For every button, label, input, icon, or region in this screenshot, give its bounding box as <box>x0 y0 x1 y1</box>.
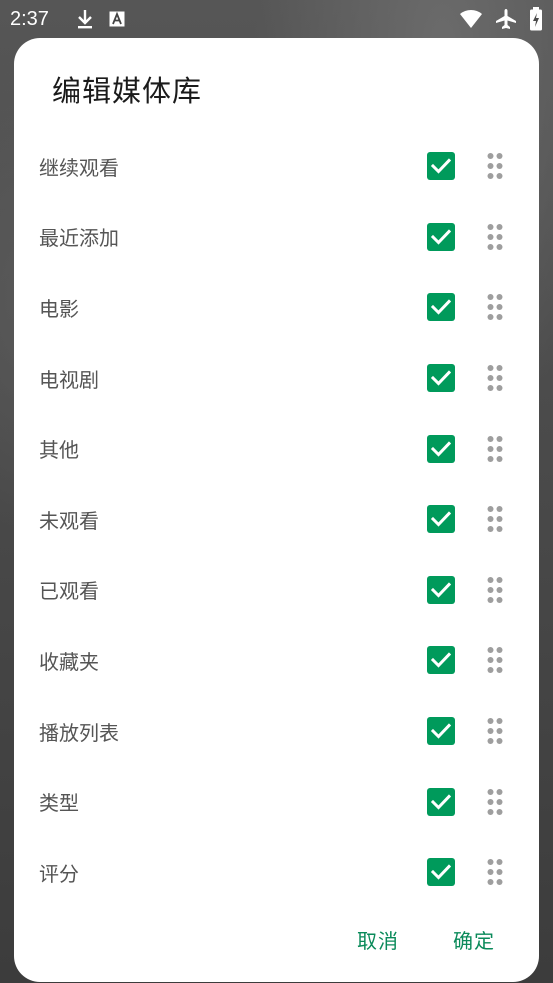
font-a-icon <box>107 9 127 29</box>
check-icon <box>431 158 451 174</box>
check-icon <box>431 299 451 316</box>
checkbox[interactable] <box>427 293 455 322</box>
check-icon <box>431 864 451 880</box>
list-item-label: 电影 <box>39 296 79 321</box>
list-item-label: 其他 <box>39 438 79 463</box>
list-item: 类型 <box>14 766 539 837</box>
list-item: 播放列表 <box>14 696 539 767</box>
list-item-label: 电视剧 <box>39 367 99 392</box>
checkbox[interactable] <box>427 364 455 393</box>
list-item-label: 已观看 <box>39 579 99 604</box>
list-item: 电影 <box>14 272 539 343</box>
list-item-label: 收藏夹 <box>39 649 99 674</box>
drag-handle-icon[interactable] <box>486 293 504 321</box>
cancel-button[interactable]: 取消 <box>357 925 399 954</box>
drag-handle-icon[interactable] <box>486 505 504 533</box>
checkbox[interactable] <box>427 858 455 887</box>
wifi-icon <box>459 9 483 29</box>
checkbox[interactable] <box>427 222 455 251</box>
status-time: 2:37 <box>10 7 49 30</box>
list-item: 收藏夹 <box>14 625 539 696</box>
check-icon <box>431 794 451 810</box>
list-item: 已观看 <box>14 555 539 626</box>
drag-handle-icon[interactable] <box>486 858 504 886</box>
drag-handle-icon[interactable] <box>486 576 504 604</box>
checkbox[interactable] <box>427 575 455 604</box>
list-item-label: 播放列表 <box>39 720 119 745</box>
confirm-button[interactable]: 确定 <box>453 925 495 954</box>
list-item-label: 评分 <box>39 861 79 886</box>
checkbox[interactable] <box>427 505 455 534</box>
status-bar: 2:37 <box>0 0 553 38</box>
library-list: 继续观看 最近添加 电影 电视剧 其他 未观看 已观看 收藏夹 播放列表 类型 … <box>14 131 539 908</box>
list-item-label: 最近添加 <box>39 226 119 251</box>
check-icon <box>431 511 451 527</box>
list-item-label: 未观看 <box>39 508 99 533</box>
check-icon <box>431 582 451 598</box>
drag-handle-icon[interactable] <box>486 152 504 180</box>
list-item: 继续观看 <box>14 131 539 202</box>
check-icon <box>431 229 451 245</box>
drag-handle-icon[interactable] <box>486 435 504 463</box>
list-item: 电视剧 <box>14 343 539 414</box>
checkbox[interactable] <box>427 646 455 675</box>
list-item: 评分 <box>14 837 539 908</box>
check-icon <box>431 370 451 386</box>
check-icon <box>431 723 451 739</box>
list-item: 最近添加 <box>14 202 539 273</box>
checkbox[interactable] <box>427 787 455 816</box>
drag-handle-icon[interactable] <box>486 646 504 674</box>
list-item-label: 类型 <box>39 791 79 816</box>
list-item: 未观看 <box>14 484 539 555</box>
dialog-title: 编辑媒体库 <box>52 74 203 108</box>
edit-library-dialog: 编辑媒体库 继续观看 最近添加 电影 电视剧 其他 未观看 已观看 收藏夹 播放… <box>14 38 539 982</box>
checkbox[interactable] <box>427 717 455 746</box>
airplane-icon <box>495 8 517 30</box>
status-right-icons <box>459 7 543 31</box>
checkbox[interactable] <box>427 434 455 463</box>
check-icon <box>431 441 451 457</box>
check-icon <box>431 652 451 669</box>
battery-icon <box>529 7 543 31</box>
drag-handle-icon[interactable] <box>486 223 504 251</box>
list-item-label: 继续观看 <box>39 155 119 180</box>
drag-handle-icon[interactable] <box>486 788 504 816</box>
dialog-actions: 取消 确定 <box>357 925 495 954</box>
drag-handle-icon[interactable] <box>486 717 504 745</box>
download-icon <box>75 9 95 29</box>
drag-handle-icon[interactable] <box>486 364 504 392</box>
list-item: 其他 <box>14 413 539 484</box>
checkbox[interactable] <box>427 152 455 181</box>
